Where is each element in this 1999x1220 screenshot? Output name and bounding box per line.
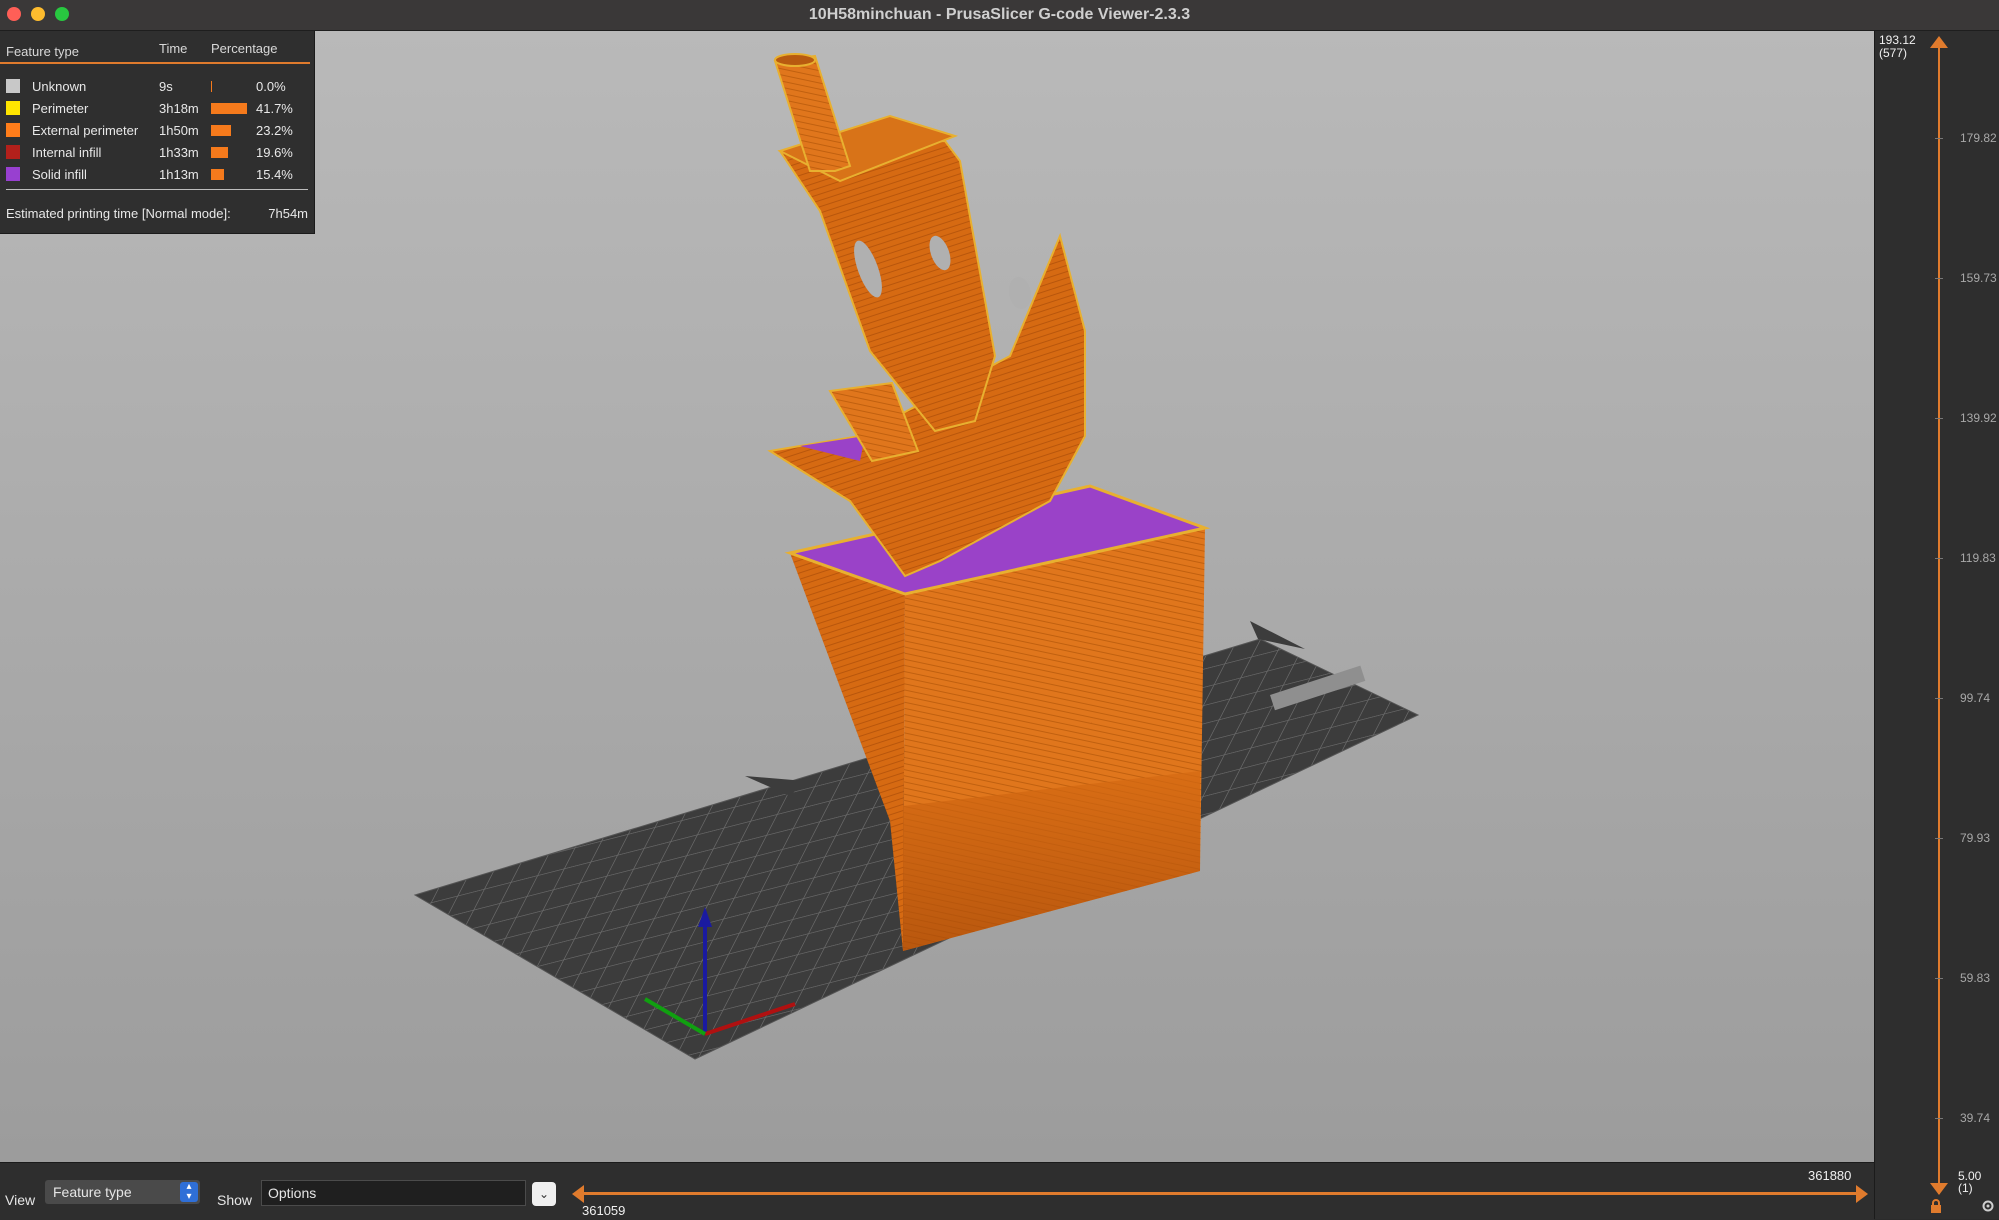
- move-slider-end-value: 361880: [1808, 1168, 1852, 1183]
- legend-row-unknown[interactable]: Unknown 9s 0.0%: [6, 76, 308, 96]
- move-slider-track[interactable]: [578, 1192, 1860, 1195]
- legend-row-time: 9s: [159, 78, 173, 94]
- gear-icon[interactable]: [1981, 1199, 1995, 1213]
- layer-lower-thumb-icon[interactable]: [1930, 1183, 1948, 1197]
- view-label: View: [5, 1192, 36, 1208]
- layer-slider-track[interactable]: [1938, 46, 1940, 1194]
- layer-tick-label: 79.93: [1960, 831, 1991, 845]
- show-label: Show: [217, 1192, 253, 1208]
- view-type-value: Feature type: [53, 1184, 132, 1200]
- legend-row-bar: [211, 168, 224, 180]
- legend-row-time: 1h13m: [159, 166, 199, 182]
- legend-row-bar: [211, 146, 228, 158]
- legend-row-time: 1h50m: [159, 122, 199, 138]
- legend-row-bar: [211, 124, 231, 136]
- legend-row-percent: 0.0%: [256, 78, 286, 94]
- legend-row-bar: [211, 80, 212, 92]
- move-slider-start-value: 361059: [582, 1203, 626, 1218]
- legend-row-internal-infill[interactable]: Internal infill 1h33m 19.6%: [6, 142, 308, 162]
- legend-divider: [6, 189, 308, 190]
- estimated-time: Estimated printing time [Normal mode]: 7…: [6, 206, 308, 221]
- options-combo[interactable]: Options: [261, 1180, 526, 1206]
- estimated-time-label: Estimated printing time [Normal mode]:: [6, 206, 231, 221]
- legend-header: Feature type Time Percentage: [6, 41, 308, 61]
- chevron-down-icon: ⌄: [538, 1187, 550, 1201]
- legend-row-label: Internal infill: [32, 144, 102, 160]
- layer-top-number: (577): [1879, 46, 1908, 60]
- lock-icon[interactable]: [1929, 1199, 1943, 1213]
- layer-tick-label: 119.83: [1960, 551, 1996, 565]
- layer-slider[interactable]: 193.12 (577) 179.82 159.73 139.92 119.83…: [1874, 31, 1999, 1219]
- legend-row-label: Unknown: [32, 78, 87, 94]
- legend-row-external-perimeter[interactable]: External perimeter 1h50m 23.2%: [6, 120, 308, 140]
- layer-slider-bottom-readout: 5.00 (1): [1958, 1170, 1981, 1194]
- legend-header-percentage: Percentage: [211, 41, 278, 56]
- legend-row-percent: 19.6%: [256, 144, 293, 160]
- estimated-time-value: 7h54m: [268, 206, 308, 221]
- move-slider-right-thumb-icon[interactable]: [1856, 1185, 1868, 1203]
- layer-tick-label: 39.74: [1960, 1111, 1991, 1125]
- legend-row-percent: 23.2%: [256, 122, 293, 138]
- layer-tick-label: 99.74: [1960, 691, 1991, 705]
- close-window-button[interactable]: [7, 7, 21, 21]
- layer-bottom-number: (1): [1958, 1181, 1973, 1195]
- layer-tick-label: 59.83: [1960, 971, 1991, 985]
- window-controls: [7, 7, 69, 21]
- layer-tick-label: 159.73: [1960, 271, 1997, 285]
- options-dropdown-button[interactable]: ⌄: [532, 1182, 556, 1206]
- window-title: 10H58minchuan - PrusaSlicer G-code Viewe…: [808, 6, 1191, 23]
- maximize-window-button[interactable]: [55, 7, 69, 21]
- layer-tick-label: 179.82: [1960, 131, 1997, 145]
- title-bar: 10H58minchuan - PrusaSlicer G-code Viewe…: [0, 0, 1999, 31]
- select-stepper-icon: ▴ ▾: [180, 1182, 198, 1202]
- layer-tick-label: 139.92: [1960, 411, 1997, 425]
- view-type-select[interactable]: Feature type ▴ ▾: [45, 1180, 200, 1204]
- gcode-3d-viewport[interactable]: Feature type Time Percentage Unknown 9s …: [0, 31, 1874, 1162]
- legend-row-label: External perimeter: [32, 122, 139, 138]
- legend-row-label: Perimeter: [32, 100, 89, 116]
- minimize-window-button[interactable]: [31, 7, 45, 21]
- feature-legend: Feature type Time Percentage Unknown 9s …: [0, 31, 315, 234]
- layer-slider-top-readout: 193.12 (577): [1879, 34, 1916, 60]
- legend-header-underline: [0, 62, 310, 64]
- legend-swatch: [6, 101, 20, 115]
- bottom-toolbar: View Feature type ▴ ▾ Show Options ⌄ 3618…: [0, 1162, 1874, 1220]
- legend-row-percent: 15.4%: [256, 166, 293, 182]
- options-value: Options: [268, 1185, 317, 1201]
- legend-header-time: Time: [159, 41, 188, 56]
- legend-row-time: 3h18m: [159, 100, 199, 116]
- legend-swatch: [6, 145, 20, 159]
- legend-swatch: [6, 79, 20, 93]
- legend-header-feature: Feature type: [6, 43, 79, 59]
- legend-swatch: [6, 123, 20, 137]
- legend-swatch: [6, 167, 20, 181]
- legend-row-time: 1h33m: [159, 144, 199, 160]
- legend-row-bar: [211, 102, 247, 114]
- legend-row-solid-infill[interactable]: Solid infill 1h13m 15.4%: [6, 164, 308, 184]
- legend-row-label: Solid infill: [32, 166, 87, 182]
- legend-row-perimeter[interactable]: Perimeter 3h18m 41.7%: [6, 98, 308, 118]
- legend-row-percent: 41.7%: [256, 100, 293, 116]
